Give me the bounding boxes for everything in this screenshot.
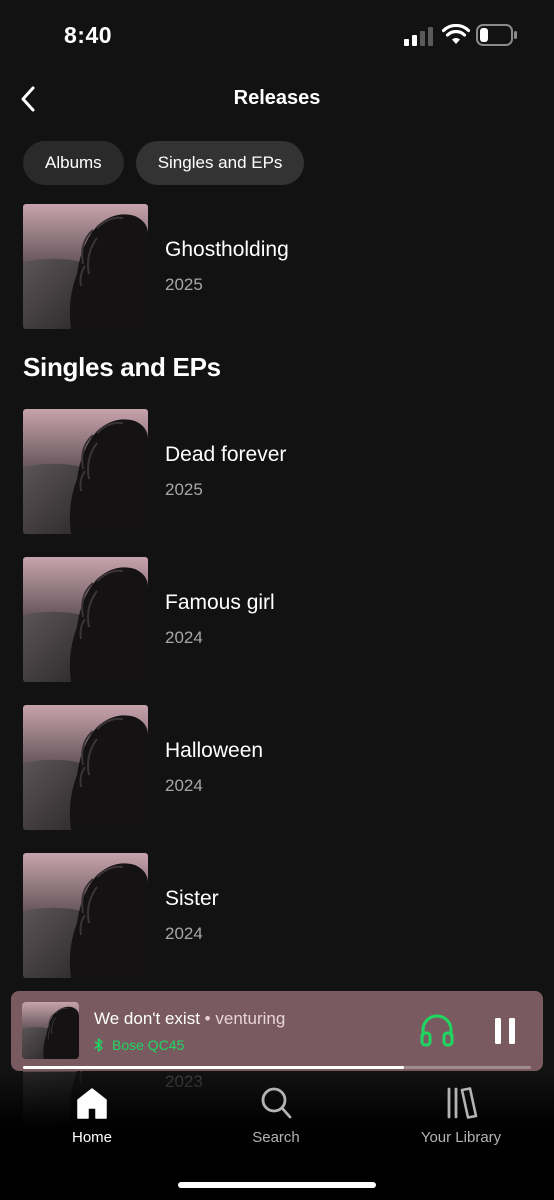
filter-chip-albums[interactable]: Albums (23, 141, 124, 185)
now-playing-cover (22, 1002, 79, 1059)
release-title: Sister (165, 887, 219, 910)
release-year: 2024 (165, 628, 203, 647)
album-cover (23, 557, 148, 682)
release-title: Halloween (165, 739, 264, 762)
releases-screen: 8:40 Releases Albums Singles and EPs Gho… (0, 0, 554, 1200)
nav-label: Search (252, 1129, 300, 1146)
nav-item-your-library[interactable]: Your Library (391, 1085, 531, 1146)
nav-item-search[interactable]: Search (206, 1085, 346, 1146)
home-icon (77, 1088, 107, 1119)
device-name: Bose QC45 (112, 1037, 185, 1053)
album-cover (23, 204, 148, 329)
now-playing-track-line: We don't exist • venturing (94, 1009, 285, 1029)
library-icon (447, 1087, 478, 1119)
headphones-icon[interactable] (419, 1013, 455, 1047)
release-row[interactable]: Dead forever 2025 (23, 409, 523, 534)
page-title: Releases (233, 87, 321, 109)
release-row[interactable]: Sister 2024 (23, 853, 523, 978)
nav-item-home[interactable]: Home (22, 1085, 162, 1146)
filter-chip-singles-and-eps[interactable]: Singles and EPs (135, 141, 305, 185)
release-title: Dead forever (165, 443, 287, 466)
release-row[interactable]: Halloween 2024 (23, 705, 523, 830)
now-playing-artist: venturing (215, 1009, 286, 1028)
playback-progress[interactable] (23, 1066, 531, 1069)
release-year: 2025 (165, 480, 203, 499)
release-year: 2024 (165, 924, 203, 943)
mini-player[interactable]: We don't exist • venturing Bose QC45 (11, 991, 543, 1071)
release-year: 2024 (165, 776, 203, 795)
pause-icon[interactable] (493, 1017, 517, 1045)
section-heading-singles: Singles and EPs (23, 352, 221, 382)
now-playing-separator: • (204, 1009, 211, 1028)
cellular-signal-icon (404, 27, 433, 46)
release-year: 2025 (165, 275, 203, 294)
connected-device: Bose QC45 (94, 1037, 184, 1053)
bottom-nav: Home Search Your Library (0, 1085, 554, 1165)
status-time: 8:40 (64, 22, 113, 48)
album-cover (23, 409, 148, 534)
nav-label: Home (71, 1129, 112, 1146)
album-cover (23, 853, 148, 978)
album-cover (23, 705, 148, 830)
wifi-icon (442, 24, 470, 44)
release-title: Ghostholding (165, 238, 289, 261)
status-bar: 8:40 (0, 0, 554, 70)
search-icon (261, 1087, 292, 1119)
release-row[interactable]: Famous girl 2024 (23, 557, 523, 682)
bluetooth-icon (94, 1038, 103, 1052)
header: Releases (0, 70, 554, 130)
battery-low-icon (476, 24, 517, 46)
release-title: Famous girl (165, 591, 275, 614)
playback-progress-fill (23, 1066, 404, 1069)
filter-chips: Albums Singles and EPs (23, 141, 305, 185)
now-playing-track: We don't exist (94, 1009, 200, 1028)
release-row[interactable]: Ghostholding 2025 (23, 204, 523, 329)
home-indicator (178, 1182, 376, 1188)
nav-label: Your Library (420, 1129, 502, 1146)
